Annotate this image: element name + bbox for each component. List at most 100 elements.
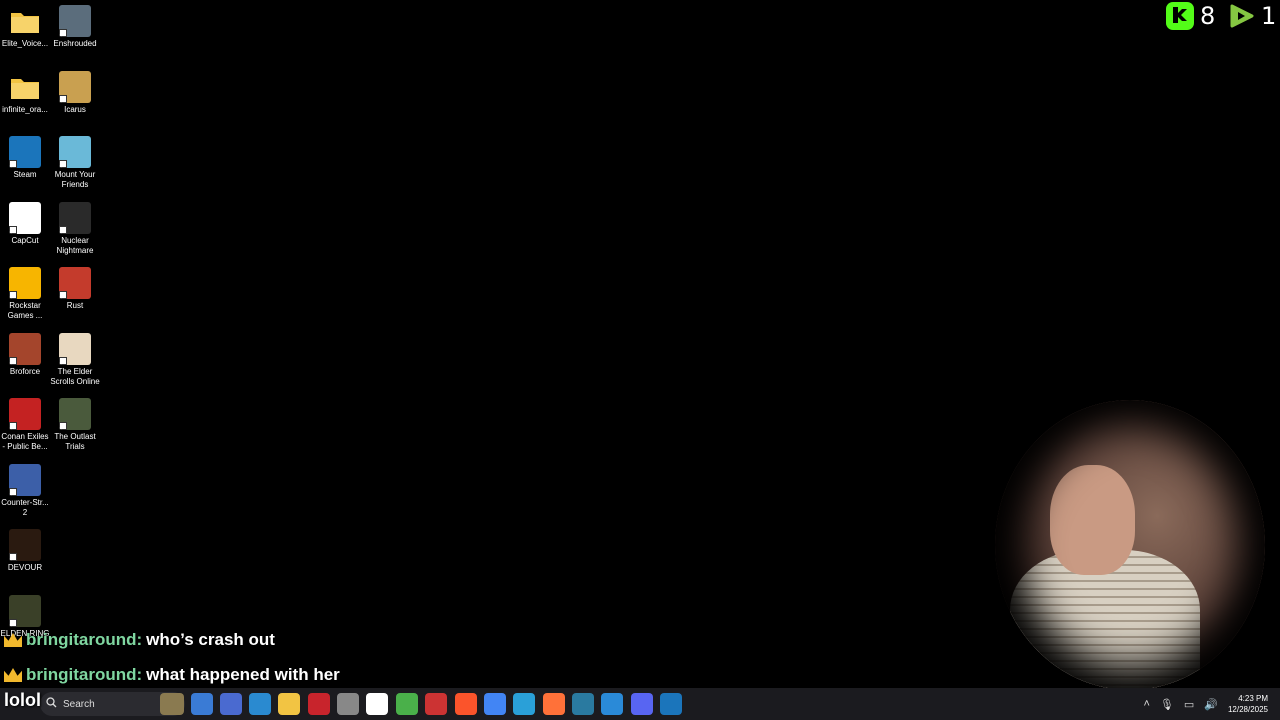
desktop-shortcut-label: Conan Exiles - Public Be... xyxy=(1,432,49,451)
desktop-shortcut-label: Steam xyxy=(13,170,37,179)
shortcut-arrow-icon xyxy=(9,618,17,627)
desktop-shortcut-label: Rust xyxy=(66,301,84,310)
desktop-shortcut-label: The Elder Scrolls Online xyxy=(50,366,100,386)
counter-strike-icon xyxy=(9,463,41,496)
shortcut-arrow-icon xyxy=(9,291,17,299)
desktop-shortcut[interactable]: The Outlast Trials xyxy=(50,398,100,452)
desktop-shortcut[interactable]: The Elder Scrolls Online xyxy=(50,332,100,387)
brave-icon[interactable] xyxy=(455,693,477,715)
shortcut-arrow-icon xyxy=(59,356,67,365)
desktop-shortcut[interactable]: CapCut xyxy=(0,201,50,246)
shortcut-arrow-icon xyxy=(9,356,17,365)
microphone-icon[interactable]: 🎙 xyxy=(1160,698,1174,711)
clock-time: 4:23 PM xyxy=(1238,694,1268,703)
shortcut-arrow-icon xyxy=(59,291,67,299)
desktop-shortcut-label: Broforce xyxy=(9,366,41,376)
elden-ring-icon xyxy=(9,594,41,627)
broforce-icon xyxy=(9,332,41,365)
capcut-taskbar-icon[interactable] xyxy=(366,693,388,715)
desktop-shortcut[interactable]: Elite_Voice... xyxy=(0,5,50,49)
shortcut-arrow-icon xyxy=(59,160,67,168)
desktop-shortcut[interactable]: infinite_ora... xyxy=(0,71,50,115)
desktop-shortcut[interactable]: Rust xyxy=(50,267,100,311)
folder-icon xyxy=(9,5,41,37)
file-explorer-icon[interactable] xyxy=(278,693,300,715)
desktop-shortcut-label: Icarus xyxy=(64,104,86,114)
edge-icon[interactable] xyxy=(513,693,535,715)
app-screen-icon[interactable] xyxy=(220,693,242,715)
app-screen2-icon[interactable] xyxy=(572,693,594,715)
shortcut-arrow-icon xyxy=(9,487,17,496)
desktop-shortcut[interactable]: Broforce xyxy=(0,332,50,377)
chat-message: bringitaround: what happened with her xyxy=(4,665,340,685)
chrome-icon[interactable] xyxy=(484,693,506,715)
desktop-shortcut-label: CapCut xyxy=(11,235,39,245)
steam-taskbar-icon[interactable] xyxy=(660,693,682,715)
enshrouded-game-icon xyxy=(59,5,91,37)
app-red-icon[interactable] xyxy=(308,693,330,715)
shortcut-arrow-icon xyxy=(59,29,67,37)
capcut-icon xyxy=(9,201,41,234)
app-blue-icon[interactable] xyxy=(191,693,213,715)
mount-your-friends-icon xyxy=(59,136,91,168)
elder-scrolls-online-icon xyxy=(59,332,91,365)
desktop-shortcut-label: The Outlast Trials xyxy=(54,432,96,451)
desktop-shortcut-label: Nuclear Nightmare xyxy=(56,235,94,255)
app-record-icon[interactable] xyxy=(425,693,447,715)
app-gauge-icon[interactable] xyxy=(337,693,359,715)
desktop-shortcut[interactable]: Rockstar Games ... xyxy=(0,267,50,321)
crown-icon xyxy=(4,668,22,682)
volume-icon[interactable]: 🔊 xyxy=(1204,698,1218,711)
desktop-shortcut[interactable]: Conan Exiles - Public Be... xyxy=(0,398,50,452)
firefox-icon[interactable] xyxy=(543,693,565,715)
kick-icon xyxy=(1166,2,1194,30)
icarus-game-icon xyxy=(59,70,91,103)
desktop-shortcut[interactable]: Enshrouded xyxy=(50,5,100,49)
webcam-overlay xyxy=(995,400,1265,690)
desktop-shortcut-label: Mount Your Friends xyxy=(54,170,96,189)
outlast-trials-icon xyxy=(59,398,91,430)
desktop-shortcut[interactable]: Mount Your Friends xyxy=(50,136,100,190)
taskbar-clock[interactable]: 4:23 PM 12/28/2025 xyxy=(1228,693,1268,715)
desktop-shortcut-label: DEVOUR xyxy=(7,563,43,572)
system-tray: ˄ 🎙 ▭ 🔊 4:23 PM 12/28/2025 xyxy=(1143,688,1280,720)
desktop-shortcut-label: Elite_Voice... xyxy=(1,39,49,48)
widget-icon[interactable] xyxy=(160,693,184,715)
folder-icon xyxy=(9,71,41,103)
app-r-icon[interactable] xyxy=(249,693,271,715)
desktop: Elite_Voice... infinite_ora... Steam CapCut… xyxy=(0,0,1280,690)
clock-date: 12/28/2025 xyxy=(1227,705,1268,714)
conan-exiles-icon xyxy=(9,398,41,430)
app-green-icon[interactable] xyxy=(396,693,418,715)
desktop-shortcut-label: Counter-Str... 2 xyxy=(1,497,49,517)
desktop-shortcut-label: Rockstar Games ... xyxy=(7,301,43,320)
rockstar-games-icon xyxy=(9,267,41,299)
chevron-up-icon[interactable]: ˄ xyxy=(1143,698,1149,710)
shortcut-arrow-icon xyxy=(9,160,17,168)
shortcut-arrow-icon xyxy=(59,94,67,103)
rumble-viewer-count: 1 xyxy=(1261,2,1277,30)
chat-text: what happened with her xyxy=(146,665,340,684)
shortcut-arrow-icon xyxy=(9,553,17,561)
shortcut-arrow-icon xyxy=(59,422,67,430)
desktop-shortcut-label: infinite_ora... xyxy=(2,104,48,114)
search-label: Search xyxy=(63,698,95,710)
shortcut-arrow-icon xyxy=(59,225,67,234)
search-icon xyxy=(46,695,57,713)
shortcut-arrow-icon xyxy=(9,225,17,234)
steam-icon xyxy=(9,136,41,168)
rumble-viewer-counter: 1 xyxy=(1227,2,1276,30)
chat-text: who’s crash out xyxy=(146,630,275,649)
desktop-shortcut[interactable]: Icarus xyxy=(50,70,100,115)
desktop-shortcut[interactable]: Nuclear Nightmare xyxy=(50,201,100,256)
desktop-shortcut[interactable]: DEVOUR xyxy=(0,529,50,573)
network-icon[interactable]: ▭ xyxy=(1184,698,1194,711)
kick-viewer-count: 8 xyxy=(1200,2,1216,30)
desktop-shortcut[interactable]: Steam xyxy=(0,136,50,180)
shortcut-arrow-icon xyxy=(9,422,17,430)
discord-icon[interactable] xyxy=(631,693,653,715)
chat-username: bringitaround: xyxy=(26,665,143,684)
vscode-icon[interactable] xyxy=(601,693,623,715)
chat-message: bringitaround: who’s crash out xyxy=(4,630,275,650)
desktop-shortcut[interactable]: Counter-Str... 2 xyxy=(0,463,50,518)
